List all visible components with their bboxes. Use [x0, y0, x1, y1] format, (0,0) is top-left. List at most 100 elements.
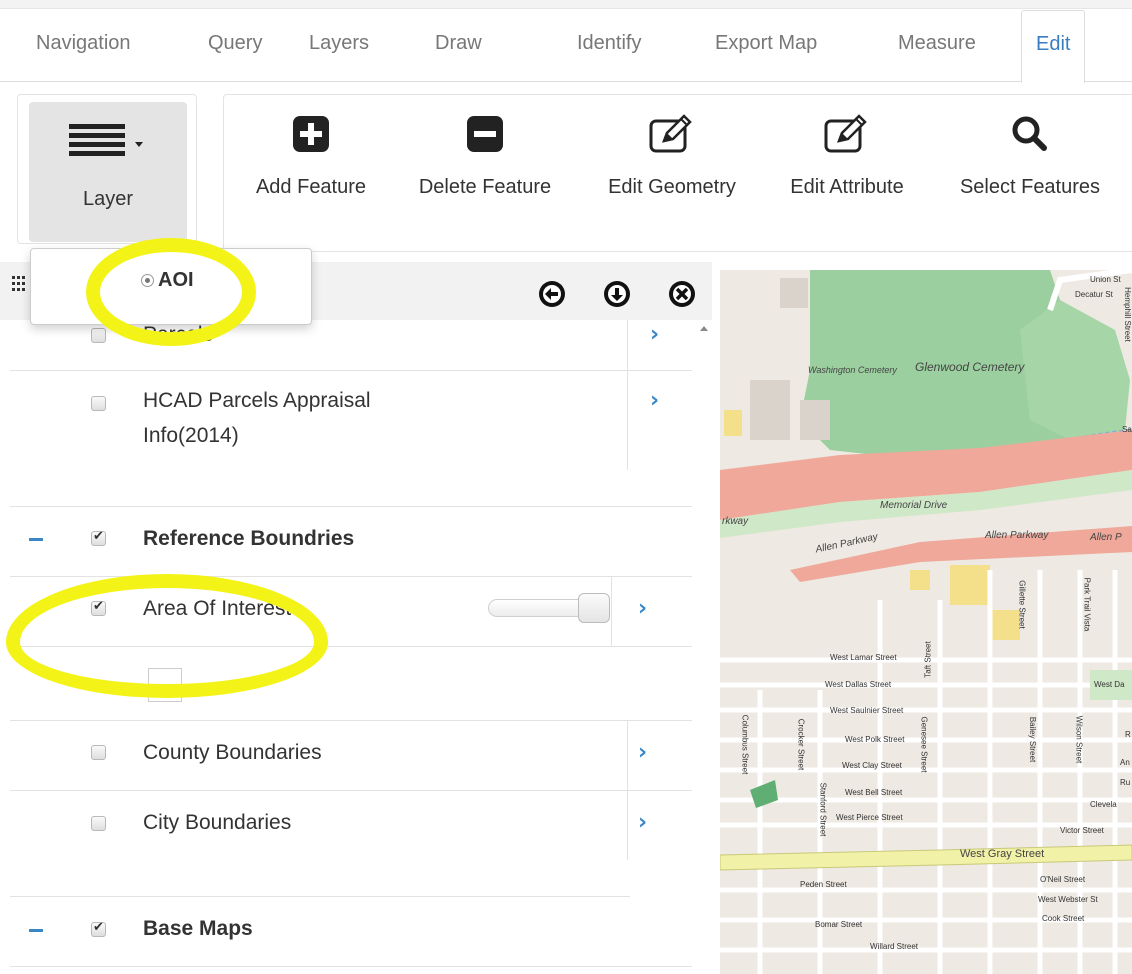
aoi-radio[interactable] [141, 274, 154, 287]
map-label: Victor Street [1060, 826, 1104, 835]
divider [627, 790, 628, 860]
map-label: West Lamar Street [830, 653, 897, 662]
dropdown-option-aoi[interactable]: AOI [158, 269, 194, 292]
grid-icon[interactable] [12, 276, 26, 292]
map-label: Allen P [1090, 532, 1122, 543]
map-label: Glenwood Cemetery [915, 360, 1025, 374]
divider [627, 320, 628, 370]
search-icon [940, 110, 1120, 158]
scroll-up-arrow[interactable] [700, 326, 708, 331]
county-boundaries-checkbox[interactable] [91, 745, 106, 760]
chevron-right-icon[interactable]: › [638, 596, 647, 621]
map-label: West Webster St [1038, 895, 1098, 904]
divider [10, 576, 692, 577]
divider [10, 370, 692, 371]
divider [627, 720, 628, 790]
tab-measure[interactable]: Measure [898, 32, 976, 55]
tab-navigation[interactable]: Navigation [36, 32, 131, 55]
map-label: Memorial Drive [880, 500, 948, 511]
map-label: Gillette Street [1017, 580, 1027, 629]
minus-square-icon [400, 110, 570, 158]
edit-geometry-label: Edit Geometry [608, 176, 736, 198]
tab-edit[interactable]: Edit [1021, 10, 1086, 83]
caret-down-icon [135, 142, 143, 147]
collapse-minus-icon[interactable] [29, 929, 43, 932]
divider [10, 720, 692, 721]
map-label: Clevela [1090, 800, 1117, 809]
layer-label-county-boundaries: County Boundaries [143, 741, 322, 764]
map-label: An [1120, 758, 1130, 767]
map-label: Park Trail Vista [1082, 577, 1092, 632]
opacity-slider-handle[interactable] [578, 593, 610, 623]
divider [627, 370, 628, 470]
map-label: Ru [1120, 778, 1131, 787]
map-label: Peden Street [800, 880, 847, 889]
layer-dropdown-button[interactable]: Layer [29, 102, 187, 242]
select-features-button[interactable]: Select Features [940, 110, 1120, 199]
add-feature-label: Add Feature [255, 176, 367, 198]
map-label: Washington Cemetery [808, 365, 897, 375]
close-circle-icon[interactable] [667, 279, 697, 309]
map-label: Taft Street [923, 641, 933, 678]
map-label: Bomar Street [815, 920, 863, 929]
layer-dropdown-menu: AOI [30, 248, 312, 325]
divider [611, 576, 612, 646]
arrow-left-circle-icon[interactable] [537, 279, 567, 309]
divider [10, 790, 692, 791]
map-label: R [1125, 730, 1131, 739]
map-label: Bailey Street [1028, 716, 1038, 763]
divider [10, 966, 692, 967]
layer-label-hcad-line1: HCAD Parcels Appraisal [143, 389, 371, 412]
layer-list-panel: Parcels › HCAD Parcels Appraisal Info(20… [0, 262, 712, 974]
tab-layers[interactable]: Layers [309, 32, 369, 55]
city-boundaries-checkbox[interactable] [91, 816, 106, 831]
delete-feature-label: Delete Feature [418, 176, 552, 198]
reference-boundries-checkbox[interactable] [91, 529, 106, 546]
base-maps-checkbox[interactable] [91, 920, 106, 937]
layer-label: Layer [82, 188, 134, 210]
map-label: Willard Street [870, 942, 919, 951]
legend-swatch [148, 668, 182, 702]
layer-label-parcels: Parcels [143, 323, 214, 346]
map-label: Crocker Street [796, 718, 806, 771]
map-label: West Bell Street [845, 788, 903, 797]
add-feature-button[interactable]: Add Feature [242, 110, 380, 199]
edit-icon [774, 110, 920, 158]
map-view[interactable]: Washington Cemetery Glenwood Cemetery Me… [720, 270, 1132, 974]
tab-query[interactable]: Query [208, 32, 262, 55]
edit-attribute-button[interactable]: Edit Attribute [774, 110, 920, 199]
tab-export-map[interactable]: Export Map [715, 32, 817, 55]
group-label-base-maps: Base Maps [143, 917, 253, 940]
map-label: West Clay Street [842, 761, 902, 770]
map-label: West Pierce Street [836, 813, 903, 822]
map-label: West Polk Street [845, 735, 905, 744]
select-features-label: Select Features [959, 176, 1101, 198]
map-label: Genesee Street [919, 716, 929, 773]
edit-geometry-button[interactable]: Edit Geometry [590, 110, 754, 199]
map-label: Columbus Street [740, 714, 750, 775]
divider [10, 506, 692, 507]
map-label: Hemphill Street [1122, 287, 1132, 342]
map-label: rkway [722, 516, 749, 527]
map-label: Stanford Street [818, 782, 828, 837]
tab-identify[interactable]: Identify [577, 32, 641, 55]
layer-label-hcad-line2: Info(2014) [143, 424, 239, 447]
map-label: Allen Parkway [985, 530, 1049, 541]
delete-feature-button[interactable]: Delete Feature [400, 110, 570, 199]
area-of-interest-checkbox[interactable] [91, 599, 106, 616]
edit-icon [590, 110, 754, 158]
parcels-checkbox[interactable] [91, 328, 106, 343]
collapse-minus-icon[interactable] [29, 538, 43, 541]
arrow-down-circle-icon[interactable] [602, 279, 632, 309]
map-label: West Dallas Street [825, 680, 892, 689]
chevron-right-icon[interactable]: › [638, 740, 647, 765]
divider [10, 646, 692, 647]
chevron-right-icon[interactable]: › [650, 322, 659, 347]
map-label: Union St [1090, 275, 1121, 284]
chevron-right-icon[interactable]: › [638, 810, 647, 835]
layer-label-city-boundaries: City Boundaries [143, 811, 292, 834]
chevron-right-icon[interactable]: › [650, 388, 659, 413]
hcad-checkbox[interactable] [91, 396, 106, 411]
tab-draw[interactable]: Draw [435, 32, 482, 55]
divider [10, 896, 630, 897]
